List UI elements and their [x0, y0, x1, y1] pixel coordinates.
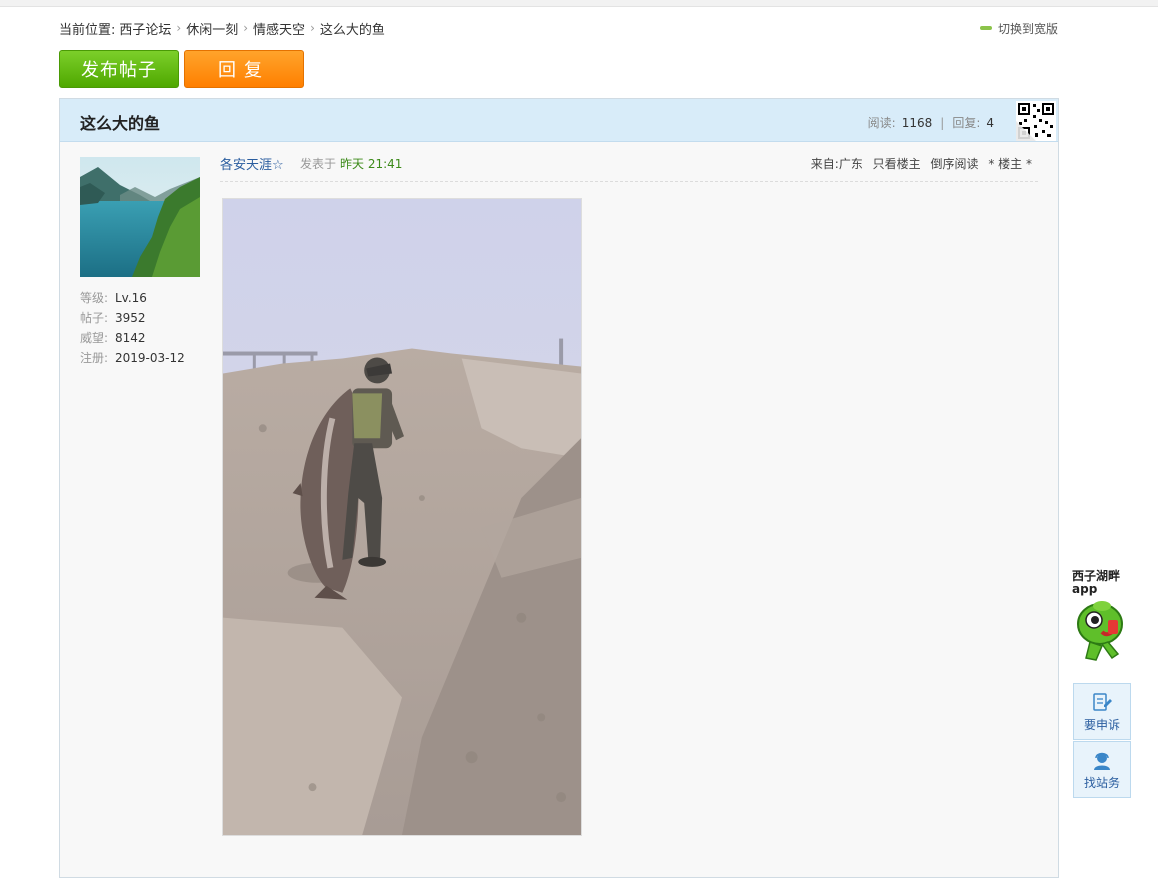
- post-actions: 来自:广东 只看楼主 倒序阅读 * 楼主 *: [811, 155, 1032, 172]
- posts-value: 3952: [115, 311, 146, 325]
- breadcrumb-item-forum[interactable]: 西子论坛: [119, 19, 171, 38]
- post-thread-button[interactable]: 发布帖子: [59, 50, 179, 88]
- avatar[interactable]: [80, 157, 200, 277]
- posted-time: 昨天 21:41: [340, 157, 403, 171]
- wide-mode-toggle[interactable]: 切换到宽版: [980, 19, 1058, 37]
- wide-mode-label: 切换到宽版: [998, 21, 1059, 36]
- author-link[interactable]: 各安天涯☆: [220, 154, 284, 173]
- post-image[interactable]: [222, 198, 582, 836]
- chevron-right-icon: ›: [243, 21, 249, 35]
- contact-staff-button[interactable]: 找站务: [1073, 741, 1131, 798]
- complain-label: 要申诉: [1083, 718, 1120, 732]
- breadcrumb-item-leisure[interactable]: 休闲一刻: [186, 19, 238, 38]
- registered-label: 注册:: [80, 351, 109, 365]
- level-value: Lv.16: [115, 291, 147, 305]
- views-count: 1168: [901, 116, 933, 130]
- breadcrumb: 当前位置: 西子论坛 › 休闲一刻 › 情感天空 › 这么大的鱼: [59, 19, 385, 38]
- only-author-link[interactable]: 只看楼主: [873, 157, 921, 171]
- stats-divider: |: [940, 116, 945, 130]
- app-title-line2: app: [1072, 582, 1098, 596]
- post-meta: 各安天涯☆ 发表于 昨天 21:41 来自:广东 只看楼主 倒序阅读 * 楼主 *: [220, 154, 1038, 182]
- thread-container: 这么大的鱼 阅读: 1168 | 回复: 4 等级: Lv.16 帖子: 395…: [59, 98, 1059, 878]
- breadcrumb-item-current[interactable]: 这么大的鱼: [320, 19, 385, 38]
- user-posts: 帖子: 3952: [80, 309, 146, 326]
- thread-title: 这么大的鱼: [80, 114, 161, 133]
- customer-service-icon: [1094, 752, 1110, 770]
- thread-stats: 阅读: 1168 | 回复: 4: [868, 114, 994, 131]
- document-edit-icon: [1093, 693, 1112, 711]
- reply-button[interactable]: 回复: [184, 50, 304, 88]
- qr-code-icon[interactable]: [1016, 101, 1056, 141]
- views-label: 阅读:: [867, 116, 896, 130]
- reverse-read-link[interactable]: 倒序阅读: [931, 157, 979, 171]
- wide-mode-icon: [980, 26, 992, 30]
- post-source: 来自:广东: [810, 157, 863, 171]
- chevron-right-icon: ›: [310, 21, 315, 35]
- posts-label: 帖子:: [80, 311, 109, 325]
- breadcrumb-item-emotion[interactable]: 情感天空: [253, 19, 305, 38]
- replies-label: 回复:: [952, 116, 981, 130]
- replies-count: 4: [986, 116, 994, 130]
- level-label: 等级:: [80, 291, 109, 305]
- prestige-label: 威望:: [80, 331, 109, 345]
- top-bar: [0, 0, 1158, 7]
- user-registered: 注册: 2019-03-12: [80, 349, 185, 366]
- registered-value: 2019-03-12: [115, 351, 185, 365]
- breadcrumb-prefix: 当前位置:: [59, 22, 116, 38]
- complain-button[interactable]: 要申诉: [1073, 683, 1131, 740]
- thread-header: 这么大的鱼 阅读: 1168 | 回复: 4: [60, 99, 1058, 142]
- floor-label: * 楼主 *: [988, 157, 1032, 171]
- post-time: 发表于 昨天 21:41: [300, 155, 402, 172]
- chevron-right-icon: ›: [176, 21, 182, 35]
- posted-label: 发表于: [300, 157, 337, 171]
- app-promo[interactable]: 西子湖畔 app: [1072, 570, 1132, 670]
- user-prestige: 威望: 8142: [80, 329, 146, 346]
- prestige-value: 8142: [115, 331, 146, 345]
- contact-label: 找站务: [1083, 776, 1120, 790]
- user-level: 等级: Lv.16: [80, 289, 147, 306]
- mascot-icon: [1077, 601, 1123, 661]
